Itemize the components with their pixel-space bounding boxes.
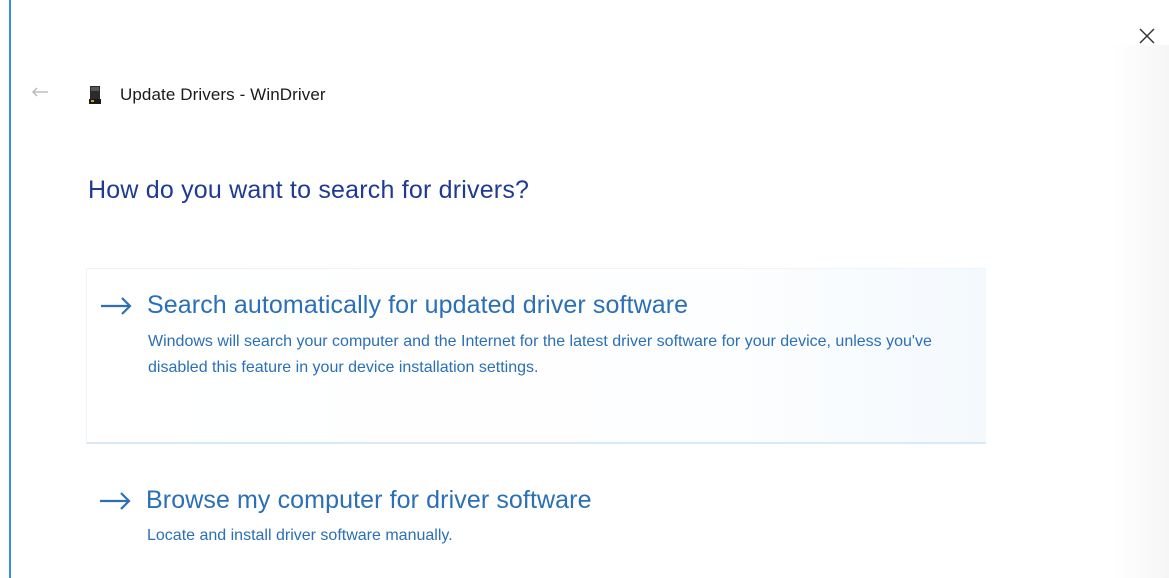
search-automatically-title: Search automatically for updated driver … xyxy=(147,291,689,319)
option-title-row: Search automatically for updated driver … xyxy=(99,291,688,320)
arrow-right-icon xyxy=(101,296,132,315)
browse-computer-description: Locate and install driver software manua… xyxy=(147,527,453,544)
arrow-right-icon xyxy=(100,491,131,510)
back-arrow-icon xyxy=(32,87,48,97)
device-icon xyxy=(89,86,101,104)
back-button[interactable] xyxy=(30,84,50,100)
window-title-bar: Update Drivers - WinDriver xyxy=(88,84,326,106)
browse-computer-option[interactable]: Browse my computer for driver software L… xyxy=(86,470,986,578)
close-icon xyxy=(1139,28,1155,44)
update-drivers-dialog: Update Drivers - WinDriver How do you wa… xyxy=(0,0,1169,578)
option-title-row: Browse my computer for driver software xyxy=(98,486,592,515)
window-right-shade xyxy=(1112,45,1169,578)
close-button[interactable] xyxy=(1133,22,1161,50)
page-heading: How do you want to search for drivers? xyxy=(88,176,530,204)
search-automatically-description: Windows will search your computer and th… xyxy=(148,333,932,376)
window-left-border xyxy=(9,0,11,578)
search-automatically-option[interactable]: Search automatically for updated driver … xyxy=(86,268,986,444)
browse-computer-title: Browse my computer for driver software xyxy=(146,486,592,514)
window-title: Update Drivers - WinDriver xyxy=(120,85,326,104)
